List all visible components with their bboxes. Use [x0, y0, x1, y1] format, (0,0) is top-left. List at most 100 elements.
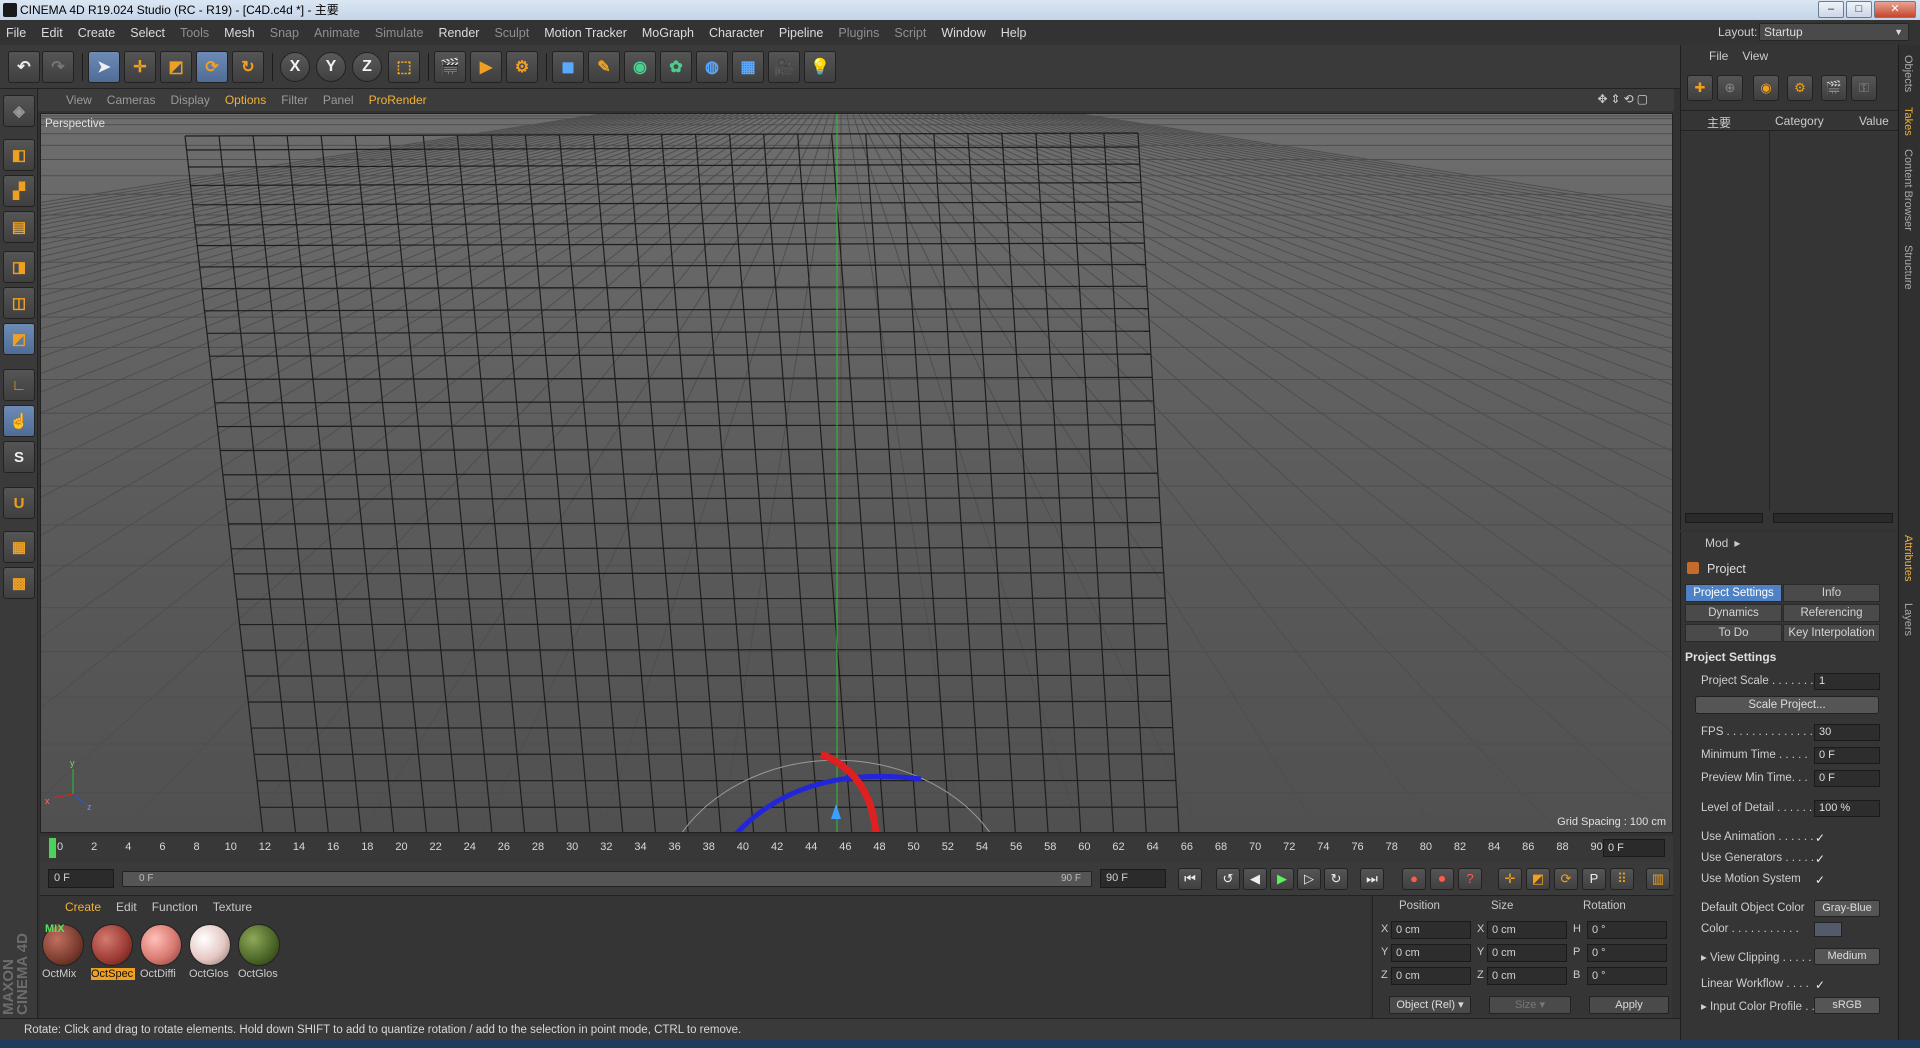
vp-menu-view[interactable]: View — [66, 93, 92, 107]
autokeying-icon[interactable]: ⏺ — [1430, 868, 1454, 890]
undo-icon[interactable]: ↶ — [8, 51, 40, 83]
go-to-start-icon[interactable]: ⏮ — [1178, 868, 1202, 890]
cloner-icon[interactable]: ✿ — [660, 51, 692, 83]
rot-p-field[interactable]: 0 ° — [1587, 944, 1667, 962]
material-octglos-2[interactable]: OctGlos — [238, 924, 282, 986]
z-axis-lock-icon[interactable]: Z — [352, 52, 382, 82]
side-tab-objects[interactable]: Objects — [1902, 55, 1914, 92]
take-override-icon[interactable]: ⊕ — [1717, 75, 1743, 101]
vp-menu-display[interactable]: Display — [170, 93, 209, 107]
horizontal-scrollbar[interactable] — [1685, 513, 1763, 523]
camera-icon[interactable]: 🎥 — [768, 51, 800, 83]
material-octmix[interactable]: MIX OctMix — [42, 923, 86, 986]
live-selection-icon[interactable]: ➤ — [88, 51, 120, 83]
side-tab-attributes[interactable]: Attributes — [1902, 535, 1914, 581]
material-octspec[interactable]: OctSpec — [91, 924, 135, 986]
rot-h-field[interactable]: 0 ° — [1587, 921, 1667, 939]
tab-info[interactable]: Info — [1783, 584, 1880, 602]
mat-menu-function[interactable]: Function — [152, 900, 198, 914]
new-take-icon[interactable]: ✚ — [1687, 75, 1713, 101]
size-y-field[interactable]: 0 cm — [1487, 944, 1567, 962]
edges-mode-icon[interactable]: ◫ — [3, 287, 35, 319]
subdivision-surface-icon[interactable]: ◉ — [624, 51, 656, 83]
make-editable-icon[interactable]: ◈ — [3, 95, 35, 127]
current-frame-field[interactable]: 0 F — [1603, 839, 1665, 857]
menu-file[interactable]: File — [6, 26, 26, 40]
tab-to-do[interactable]: To Do — [1685, 624, 1782, 642]
go-to-end-icon[interactable]: ⏭ — [1360, 868, 1384, 890]
horizontal-scrollbar-2[interactable] — [1773, 513, 1893, 523]
take-manager-icon[interactable]: ⚙ — [1787, 75, 1813, 101]
previous-key-icon[interactable]: ↺ — [1216, 868, 1240, 890]
end-frame-field[interactable]: 90 F — [1100, 869, 1166, 888]
menu-sculpt[interactable]: Sculpt — [494, 26, 529, 40]
minimize-button[interactable]: – — [1818, 1, 1844, 18]
render-to-picture-viewer-icon[interactable]: ▶ — [470, 51, 502, 83]
menu-motion-tracker[interactable]: Motion Tracker — [544, 26, 627, 40]
menu-script[interactable]: Script — [894, 26, 926, 40]
mat-menu-edit[interactable]: Edit — [116, 900, 137, 914]
input-color-profile-dropdown[interactable]: sRGB — [1814, 997, 1880, 1014]
x-axis-lock-icon[interactable]: X — [280, 52, 310, 82]
menu-tools[interactable]: Tools — [180, 26, 209, 40]
viewport-navigation-icons[interactable]: ✥⇕⟲▢ — [1597, 92, 1651, 106]
menu-character[interactable]: Character — [709, 26, 764, 40]
preview-min-time-field[interactable]: 0 F — [1814, 770, 1880, 787]
coordinate-system-icon[interactable]: ⬚ — [388, 51, 420, 83]
view-clipping-dropdown[interactable]: Medium — [1814, 948, 1880, 965]
close-button[interactable]: ✕ — [1874, 1, 1916, 18]
expand-arrow-icon[interactable]: ▸ — [1701, 1001, 1710, 1013]
apply-button[interactable]: Apply — [1589, 996, 1669, 1014]
menu-pipeline[interactable]: Pipeline — [779, 26, 823, 40]
vp-menu-panel[interactable]: Panel — [323, 93, 354, 107]
record-position-icon[interactable]: ✛ — [1498, 868, 1522, 890]
om-menu-file[interactable]: File — [1709, 49, 1728, 63]
side-tab-content-browser[interactable]: Content Browser — [1902, 149, 1914, 231]
vp-menu-filter[interactable]: Filter — [281, 93, 308, 107]
record-pla-icon[interactable]: ⠿ — [1610, 868, 1634, 890]
rot-b-field[interactable]: 0 ° — [1587, 967, 1667, 985]
material-octglos[interactable]: OctGlos — [189, 924, 233, 986]
light-icon[interactable]: 💡 — [804, 51, 836, 83]
menu-simulate[interactable]: Simulate — [375, 26, 424, 40]
keyframe-selection-icon[interactable]: ? — [1458, 868, 1482, 890]
tweak-mode-icon[interactable]: ☝ — [3, 405, 35, 437]
texture-mode-icon[interactable]: ▞ — [3, 175, 35, 207]
layout-dropdown[interactable]: Startup ▼ — [1759, 23, 1909, 41]
use-generators-checkbox[interactable]: ✓ — [1815, 852, 1825, 866]
default-object-color-dropdown[interactable]: Gray-Blue — [1814, 900, 1880, 917]
planar-workplane-icon[interactable]: ▩ — [3, 567, 35, 599]
polygons-mode-icon[interactable]: ◩ — [3, 323, 35, 355]
menu-create[interactable]: Create — [78, 26, 116, 40]
menu-select[interactable]: Select — [130, 26, 165, 40]
record-scale-icon[interactable]: ◩ — [1526, 868, 1550, 890]
use-motion-system-checkbox[interactable]: ✓ — [1815, 873, 1825, 887]
take-main-label[interactable]: 主要 — [1707, 114, 1731, 131]
move-icon[interactable]: ✛ — [124, 51, 156, 83]
solo-icon[interactable]: S — [3, 441, 35, 473]
points-mode-icon[interactable]: ◨ — [3, 251, 35, 283]
render-take-icon[interactable]: 🎬 — [1821, 75, 1847, 101]
menu-window[interactable]: Window — [941, 26, 985, 40]
menu-edit[interactable]: Edit — [41, 26, 63, 40]
previous-frame-icon[interactable]: ◀ — [1243, 868, 1267, 890]
deformer-icon[interactable]: ◍ — [696, 51, 728, 83]
menu-help[interactable]: Help — [1001, 26, 1027, 40]
record-active-objects-icon[interactable]: ● — [1402, 868, 1426, 890]
recent-tool-icon[interactable]: ↻ — [232, 51, 264, 83]
pos-y-field[interactable]: 0 cm — [1391, 944, 1471, 962]
mat-menu-create[interactable]: Create — [65, 900, 101, 914]
render-settings-icon[interactable]: ⚙ — [506, 51, 538, 83]
take-lock-icon[interactable]: ⚿ — [1851, 75, 1877, 101]
pen-spline-icon[interactable]: ✎ — [588, 51, 620, 83]
record-parameter-icon[interactable]: P — [1582, 868, 1606, 890]
vp-menu-cameras[interactable]: Cameras — [107, 93, 156, 107]
expand-arrow-icon[interactable]: ▸ — [1701, 952, 1710, 964]
start-frame-field[interactable]: 0 F — [48, 869, 114, 888]
mat-menu-texture[interactable]: Texture — [213, 900, 252, 914]
side-tab-layers[interactable]: Layers — [1902, 603, 1914, 636]
pos-z-field[interactable]: 0 cm — [1391, 967, 1471, 985]
tab-dynamics[interactable]: Dynamics — [1685, 604, 1782, 622]
workplane-icon[interactable]: ▤ — [3, 211, 35, 243]
timeline-window-icon[interactable]: ▥ — [1646, 868, 1670, 890]
